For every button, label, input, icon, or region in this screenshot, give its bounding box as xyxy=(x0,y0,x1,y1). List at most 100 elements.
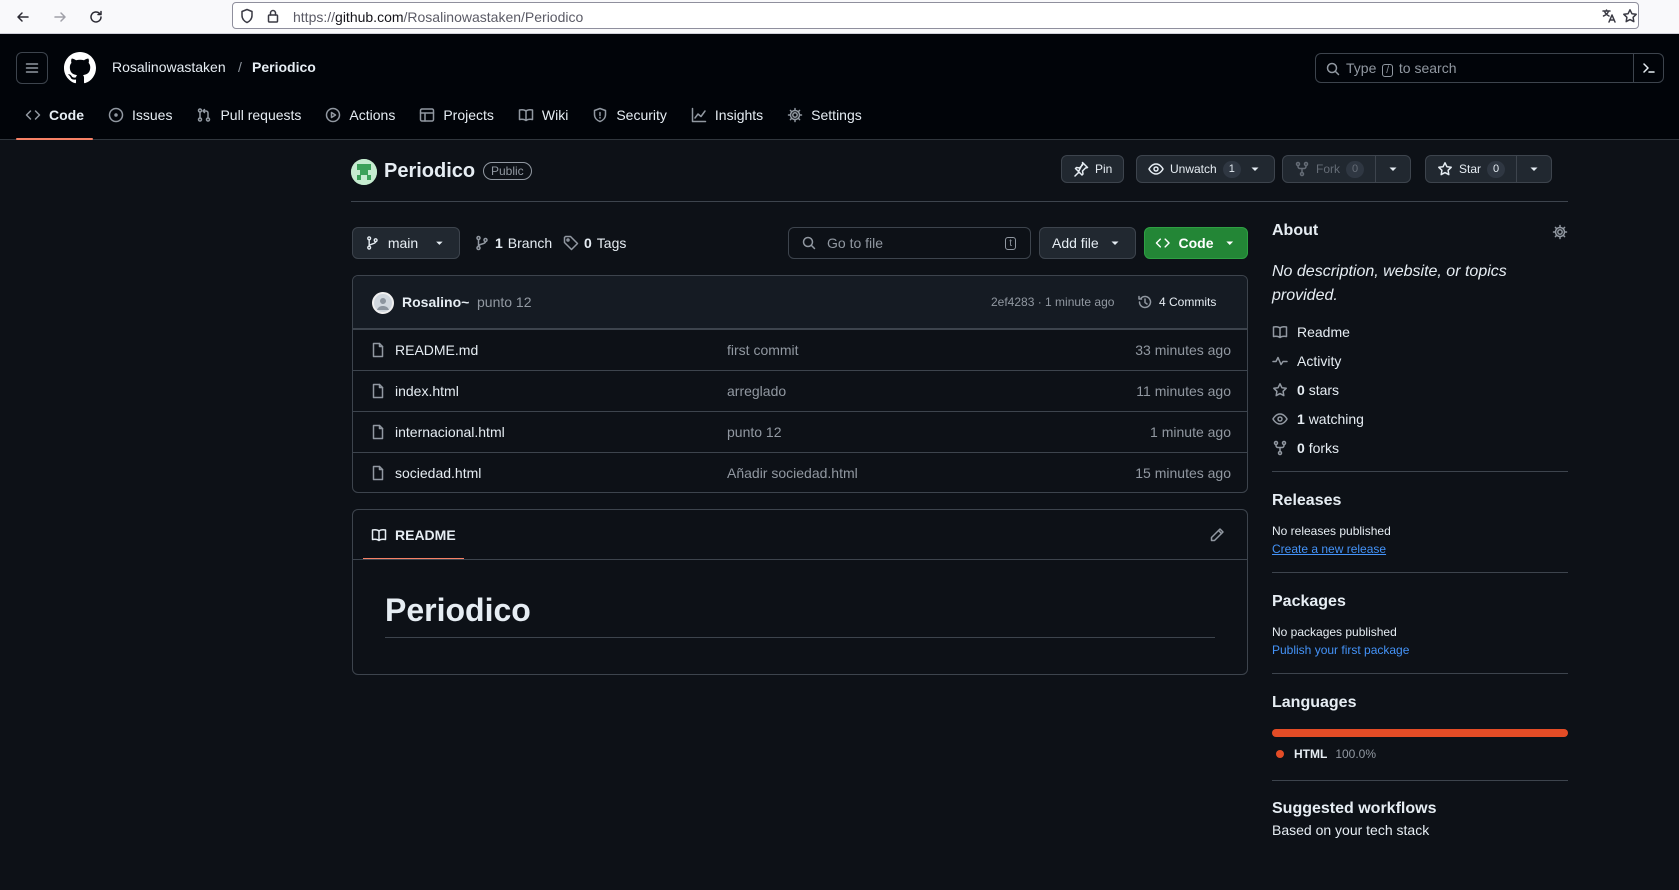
repo-title-row: Periodico Public Pin Unwatch 1 Fork 0 St… xyxy=(351,155,1568,202)
file-row[interactable]: README.md first commit 33 minutes ago xyxy=(353,329,1247,370)
play-icon xyxy=(326,107,341,123)
reload-button[interactable] xyxy=(84,5,108,29)
sidebar-divider xyxy=(1272,673,1568,674)
fork-button[interactable]: Fork 0 xyxy=(1282,155,1412,183)
file-name[interactable]: internacional.html xyxy=(395,424,505,440)
watching-label: watching xyxy=(1308,410,1364,427)
language-item[interactable]: HTML 100.0% xyxy=(1272,747,1568,761)
search-placeholder: Type / to search xyxy=(1346,60,1457,77)
file-name[interactable]: index.html xyxy=(395,383,459,399)
tab-settings[interactable]: Settings xyxy=(778,96,871,134)
unwatch-button[interactable]: Unwatch 1 xyxy=(1136,155,1275,183)
activity-link[interactable]: Activity xyxy=(1272,346,1568,375)
forward-button[interactable] xyxy=(48,5,72,29)
language-dot xyxy=(1276,750,1284,758)
file-name[interactable]: README.md xyxy=(395,342,478,358)
branch-icon xyxy=(476,235,488,251)
file-row[interactable]: index.html arreglado 11 minutes ago xyxy=(353,370,1247,411)
stars-link[interactable]: 0 stars xyxy=(1272,375,1568,404)
github-logo-icon[interactable] xyxy=(64,52,96,84)
book-icon xyxy=(518,109,534,122)
commits-link[interactable]: 4 Commits xyxy=(1137,294,1216,310)
tab-code[interactable]: Code xyxy=(16,96,93,140)
fork-dropdown[interactable] xyxy=(1376,156,1410,182)
breadcrumb-owner[interactable]: Rosalinowastaken xyxy=(112,59,226,75)
browser-toolbar: https://github.com/Rosalinowastaken/Peri… xyxy=(0,0,1679,34)
file-icon xyxy=(372,383,384,399)
lock-icon[interactable] xyxy=(265,8,281,24)
releases-title[interactable]: Releases xyxy=(1272,492,1568,510)
tab-issues[interactable]: Issues xyxy=(99,96,181,134)
address-bar[interactable]: https://github.com/Rosalinowastaken/Peri… xyxy=(232,2,1639,29)
star-button[interactable]: Star 0 xyxy=(1425,155,1553,183)
gear-icon[interactable] xyxy=(1552,224,1568,240)
add-file-button[interactable]: Add file xyxy=(1039,227,1136,259)
global-menu-button[interactable] xyxy=(16,52,48,84)
search-input[interactable]: Type / to search xyxy=(1315,53,1664,83)
tab-projects[interactable]: Projects xyxy=(410,96,503,134)
tab-actions[interactable]: Actions xyxy=(316,96,404,134)
about-title: About xyxy=(1272,222,1319,239)
branches-link[interactable]: 1 Branch xyxy=(474,235,552,251)
commit-hash-time[interactable]: 2ef4283 · 1 minute ago xyxy=(991,295,1114,309)
file-row[interactable]: internacional.html punto 12 1 minute ago xyxy=(353,411,1247,452)
packages-empty: No packages published xyxy=(1272,625,1397,639)
go-to-file-input[interactable]: Go to file t xyxy=(788,227,1031,259)
url-text[interactable]: https://github.com/Rosalinowastaken/Peri… xyxy=(293,9,583,25)
sidebar-divider xyxy=(1272,780,1568,781)
pencil-icon[interactable] xyxy=(1209,527,1225,543)
file-commit-message[interactable]: punto 12 xyxy=(727,424,782,440)
file-commit-message[interactable]: Añadir sociedad.html xyxy=(727,465,858,481)
star-label: Star xyxy=(1459,162,1482,176)
tags-link[interactable]: 0 Tags xyxy=(563,235,626,251)
arrow-left-icon xyxy=(17,12,29,22)
shield-icon[interactable] xyxy=(239,8,255,24)
tab-insights[interactable]: Insights xyxy=(682,96,772,134)
pin-icon xyxy=(1074,161,1089,177)
readme-panel: README Periodico xyxy=(352,509,1248,675)
breadcrumb-repo[interactable]: Periodico xyxy=(252,59,316,75)
identicon-icon xyxy=(351,159,377,185)
packages-title[interactable]: Packages xyxy=(1272,593,1568,611)
code-button[interactable]: Code xyxy=(1144,227,1248,259)
tab-label: Pull requests xyxy=(220,107,302,123)
table-icon xyxy=(420,108,435,122)
create-release-link[interactable]: Create a new release xyxy=(1272,540,1568,558)
pin-button[interactable]: Pin xyxy=(1061,155,1125,183)
pulse-icon xyxy=(1272,356,1288,365)
code-label: Code xyxy=(1178,235,1214,251)
owner-avatar[interactable] xyxy=(351,159,377,185)
sidebar: About No description, website, or topics… xyxy=(1272,220,1568,838)
user-avatar-icon xyxy=(377,298,389,310)
command-palette-icon[interactable] xyxy=(1641,60,1657,76)
file-commit-message[interactable]: arreglado xyxy=(727,383,786,399)
file-commit-time: 15 minutes ago xyxy=(1135,465,1231,481)
watching-link[interactable]: 1 watching xyxy=(1272,404,1568,433)
tab-security[interactable]: Security xyxy=(583,96,676,134)
readme-link[interactable]: Readme xyxy=(1272,317,1568,346)
branch-select[interactable]: main xyxy=(352,227,460,259)
search-icon xyxy=(1326,62,1340,76)
book-icon xyxy=(371,528,387,541)
back-button[interactable] xyxy=(11,5,35,29)
commit-message[interactable]: punto 12 xyxy=(477,294,532,310)
file-name[interactable]: sociedad.html xyxy=(395,465,481,481)
file-commit-message[interactable]: first commit xyxy=(727,342,799,358)
tab-wiki[interactable]: Wiki xyxy=(509,96,577,134)
forks-link[interactable]: 0 forks xyxy=(1272,433,1568,462)
pin-label: Pin xyxy=(1095,162,1113,176)
star-dropdown[interactable] xyxy=(1517,156,1551,182)
readme-tab[interactable]: README xyxy=(363,510,464,560)
tab-label: Wiki xyxy=(541,107,569,123)
author-avatar[interactable] xyxy=(372,292,394,314)
tab-label: Projects xyxy=(443,107,494,123)
file-row[interactable]: sociedad.html Añadir sociedad.html 15 mi… xyxy=(353,452,1247,492)
tab-pull-requests[interactable]: Pull requests xyxy=(187,96,310,134)
commit-author[interactable]: Rosalino~ xyxy=(402,294,469,310)
search-icon xyxy=(802,236,816,250)
repo-name[interactable]: Periodico xyxy=(384,160,475,183)
hamburger-icon xyxy=(25,63,39,73)
translate-icon[interactable] xyxy=(1601,8,1617,24)
bookmark-star-icon[interactable] xyxy=(1622,8,1638,24)
publish-package-link[interactable]: Publish your first package xyxy=(1272,641,1568,659)
